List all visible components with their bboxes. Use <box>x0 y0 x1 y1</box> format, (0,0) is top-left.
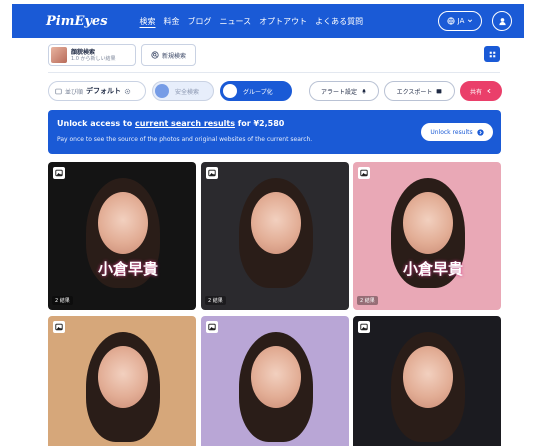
banner-title-pre: Unlock access to <box>57 119 135 128</box>
image-icon <box>358 167 370 179</box>
language-label: JA <box>457 17 465 25</box>
banner-subtitle: Pay once to see the source of the photos… <box>57 136 313 143</box>
toggle-knob <box>155 84 169 98</box>
safe-search-toggle[interactable]: 安全検索 <box>152 81 214 101</box>
unlock-results-button[interactable]: Unlock results <box>421 123 493 141</box>
result-count: 2 結果 <box>205 296 226 305</box>
image-icon <box>53 321 65 333</box>
result-card[interactable]: 小倉早貴 2 結果 <box>353 162 501 310</box>
result-photo-face <box>98 346 148 408</box>
image-icon <box>53 167 65 179</box>
result-photo-face <box>251 192 301 254</box>
alert-settings-button[interactable]: アラート設定 <box>309 81 379 101</box>
image-icon <box>206 321 218 333</box>
result-count: 2 結果 <box>52 296 73 305</box>
sign-text: 小倉早貴 <box>98 260 159 278</box>
new-search-label: 新規検索 <box>161 52 186 60</box>
nav-link-news[interactable]: ニュース <box>220 16 252 27</box>
nav-link-optout[interactable]: オプトアウト <box>259 16 307 27</box>
nav-links: 検索 料金 ブログ ニュース オプトアウト よくある質問 <box>140 16 364 27</box>
globe-icon <box>447 17 455 25</box>
search-tab-title: 顔貌検索 <box>71 48 96 56</box>
result-photo-face <box>98 192 148 254</box>
result-card[interactable] <box>201 316 349 446</box>
download-icon <box>437 89 442 94</box>
nav-link-blog[interactable]: ブログ <box>188 16 212 27</box>
top-nav: PimEyes 検索 料金 ブログ ニュース オプトアウト よくある質問 JA <box>12 4 524 38</box>
new-search-button[interactable]: 新規検索 <box>141 44 196 66</box>
sort-icon <box>55 88 62 94</box>
unlock-results-label: Unlock results <box>430 128 473 136</box>
share-icon <box>487 88 491 94</box>
sort-dropdown[interactable]: 並び順 デフォルト <box>48 81 146 101</box>
sort-prefix: 並び順 <box>65 88 84 96</box>
chevron-down-icon <box>468 19 473 23</box>
search-thumbnail <box>51 47 67 63</box>
nav-link-pricing[interactable]: 料金 <box>164 16 180 27</box>
share-label: 共有 <box>469 88 482 96</box>
share-button[interactable]: 共有 <box>460 81 502 101</box>
current-search-tab[interactable]: 顔貌検索 1.0 から新しい結果 <box>48 44 136 66</box>
gear-icon <box>124 88 131 94</box>
grid-view-button[interactable] <box>484 46 500 62</box>
result-photo-face <box>251 346 301 408</box>
export-button[interactable]: エクスポート <box>384 81 455 101</box>
image-icon <box>358 321 370 333</box>
alert-label: アラート設定 <box>320 88 357 96</box>
user-icon <box>498 17 506 25</box>
result-count: 2 結果 <box>357 296 378 305</box>
language-selector[interactable]: JA <box>438 11 482 31</box>
banner-title-price: for ¥2,580 <box>234 119 285 128</box>
group-toggle[interactable]: グループ化 <box>220 81 292 101</box>
banner-title: Unlock access to current search results … <box>57 119 284 128</box>
logo[interactable]: PimEyes <box>46 14 108 29</box>
group-label: グループ化 <box>243 88 273 96</box>
result-photo-face <box>403 346 453 408</box>
arrow-right-circle-icon <box>477 128 484 136</box>
result-card[interactable]: 2 結果 <box>201 162 349 310</box>
grid-icon <box>489 51 495 57</box>
result-card[interactable] <box>353 316 501 446</box>
user-account-button[interactable] <box>492 11 512 31</box>
bell-icon <box>362 89 366 94</box>
result-photo-face <box>403 192 453 254</box>
export-label: エクスポート <box>396 88 433 96</box>
current-search-results-link[interactable]: current search results <box>135 119 235 128</box>
nav-link-search[interactable]: 検索 <box>140 16 156 27</box>
search-tab-subtitle: 1.0 から新しい結果 <box>71 55 116 62</box>
divider <box>48 72 500 73</box>
nav-link-faq[interactable]: よくある質問 <box>315 16 363 27</box>
sort-value: デフォルト <box>86 87 122 95</box>
sign-text: 小倉早貴 <box>403 260 464 278</box>
image-icon <box>206 167 218 179</box>
search-icon <box>151 51 159 59</box>
result-card[interactable] <box>48 316 196 446</box>
safe-search-label: 安全検索 <box>175 88 200 96</box>
result-card[interactable]: 小倉早貴 2 結果 <box>48 162 196 310</box>
unlock-banner: Unlock access to current search results … <box>48 110 501 154</box>
toggle-knob <box>223 84 237 98</box>
